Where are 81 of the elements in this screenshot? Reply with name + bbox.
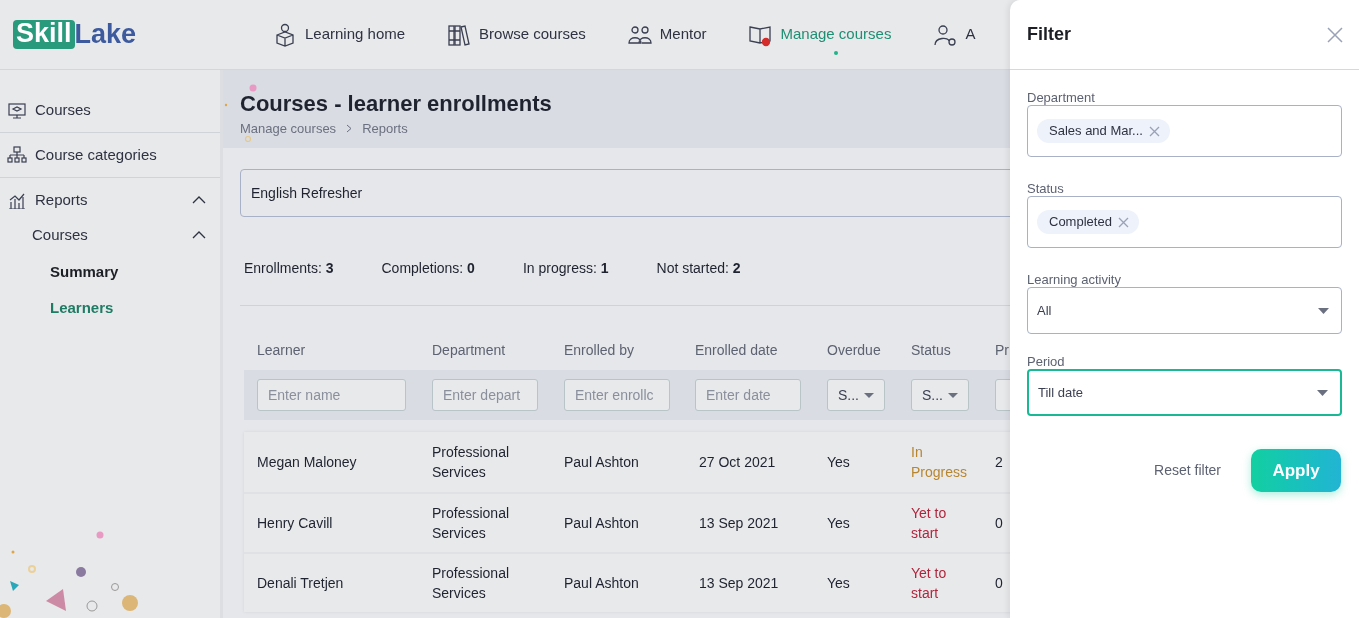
table-cell-text: Yet to start	[911, 504, 948, 543]
stat-text: Enrollments: 3	[244, 259, 334, 278]
table-cell-text: Professional Services	[432, 564, 511, 603]
tag-chip[interactable]: Sales and Mar...	[1037, 119, 1170, 143]
field-label: Learning activity	[1027, 272, 1122, 287]
stat-text: Completions: 0	[381, 259, 475, 278]
dropdown-arrow-icon	[1318, 307, 1329, 314]
column-header: Status	[911, 341, 952, 360]
sidebar-item[interactable]: Courses	[35, 98, 91, 122]
books-icon	[447, 22, 472, 47]
panel-title: Filter	[1027, 23, 1071, 46]
breadcrumb-current: Reports	[362, 120, 408, 138]
table-cell-text: 0	[995, 574, 1004, 593]
table-cell-text: Yes	[827, 574, 851, 593]
filter-field[interactable]: Enter date	[695, 379, 801, 411]
column-header: Department	[432, 341, 507, 360]
monitor-icon	[7, 101, 27, 119]
filter-field[interactable]: Enter depart	[432, 379, 538, 411]
table-cell-text: Denali Tretjen	[257, 574, 345, 593]
table-cell-text: Yet to start	[911, 564, 948, 603]
close-icon[interactable]	[1327, 26, 1343, 43]
filter-field[interactable]: Enter enrollc	[564, 379, 670, 411]
logo: Skill Lake	[13, 20, 137, 49]
dropdown[interactable]: All	[1027, 287, 1342, 334]
chevron-up-icon[interactable]	[192, 196, 206, 204]
column-header: Pr	[995, 341, 1010, 360]
table-cell-text: Yes	[827, 453, 851, 472]
table-cell-text: Paul Ashton	[564, 514, 640, 533]
tag-field[interactable]: Sales and Mar...	[1027, 105, 1342, 157]
dropdown-arrow-icon	[864, 392, 874, 398]
table-cell-text: 0	[995, 514, 1004, 533]
table-cell-text: Paul Ashton	[564, 453, 640, 472]
table-cell-text: 13 Sep 2021	[698, 574, 780, 593]
nav-link[interactable]: Mentor	[627, 22, 707, 47]
learner-icon	[273, 22, 297, 47]
course-select[interactable]: English Refresher	[240, 169, 1010, 217]
column-header: Learner	[257, 341, 307, 360]
filter-field[interactable]: Enter name	[257, 379, 406, 411]
reset-filter-button[interactable]: Reset filter	[1154, 460, 1221, 481]
sidebar-item[interactable]: Summary	[50, 260, 119, 284]
nav-link[interactable]: Learning home	[273, 22, 406, 47]
column-header: Enrolled date	[695, 341, 779, 360]
table-cell-text: Megan Maloney	[257, 453, 358, 472]
sidebar-item[interactable]: Courses	[32, 223, 88, 247]
table-cell-text: Paul Ashton	[564, 574, 640, 593]
table-cell-text: 27 Oct 2021	[698, 453, 777, 472]
table-cell-text: Henry Cavill	[257, 514, 334, 533]
table-cell-text: Yes	[827, 514, 851, 533]
table-cell-text: 2	[995, 453, 1004, 472]
nav-link[interactable]: Browse courses	[447, 22, 586, 47]
dropdown-arrow-icon	[948, 392, 958, 398]
dropdown-arrow-icon	[1317, 389, 1328, 396]
breadcrumb-link[interactable]: Manage courses	[240, 119, 337, 139]
tag-field[interactable]: Completed	[1027, 196, 1342, 248]
table-cell-text: In Progress	[911, 443, 969, 482]
stat-text: Not started: 2	[656, 259, 741, 278]
sidebar-item[interactable]: Course categories	[35, 143, 157, 167]
remove-icon[interactable]	[1117, 216, 1129, 228]
stat-text: In progress: 1	[522, 259, 609, 278]
chevron-right-icon	[346, 124, 353, 134]
active-indicator	[834, 50, 839, 55]
column-header: Overdue	[827, 341, 882, 360]
page-title: Courses - learner enrollments	[240, 91, 553, 117]
field-label: Period	[1027, 354, 1066, 369]
nav-link[interactable]: A	[933, 22, 976, 47]
filter-select[interactable]: S...	[827, 379, 885, 411]
table-cell-text: Professional Services	[432, 443, 511, 482]
chart-icon	[7, 191, 27, 209]
sidebar-item[interactable]: Learners	[50, 296, 114, 320]
table-cell-text: Professional Services	[432, 504, 511, 543]
remove-icon[interactable]	[1148, 125, 1160, 137]
field-label: Status	[1027, 181, 1065, 196]
column-header: Enrolled by	[564, 341, 636, 360]
table-cell-text: 13 Sep 2021	[698, 514, 780, 533]
field-label: Department	[1027, 90, 1096, 105]
dropdown[interactable]: Till date	[1027, 369, 1342, 416]
hierarchy-icon	[7, 146, 27, 164]
sidebar-item[interactable]: Reports	[35, 188, 88, 212]
chevron-up-icon[interactable]	[192, 231, 206, 239]
filter-select[interactable]: S...	[911, 379, 969, 411]
tag-chip[interactable]: Completed	[1037, 210, 1139, 234]
